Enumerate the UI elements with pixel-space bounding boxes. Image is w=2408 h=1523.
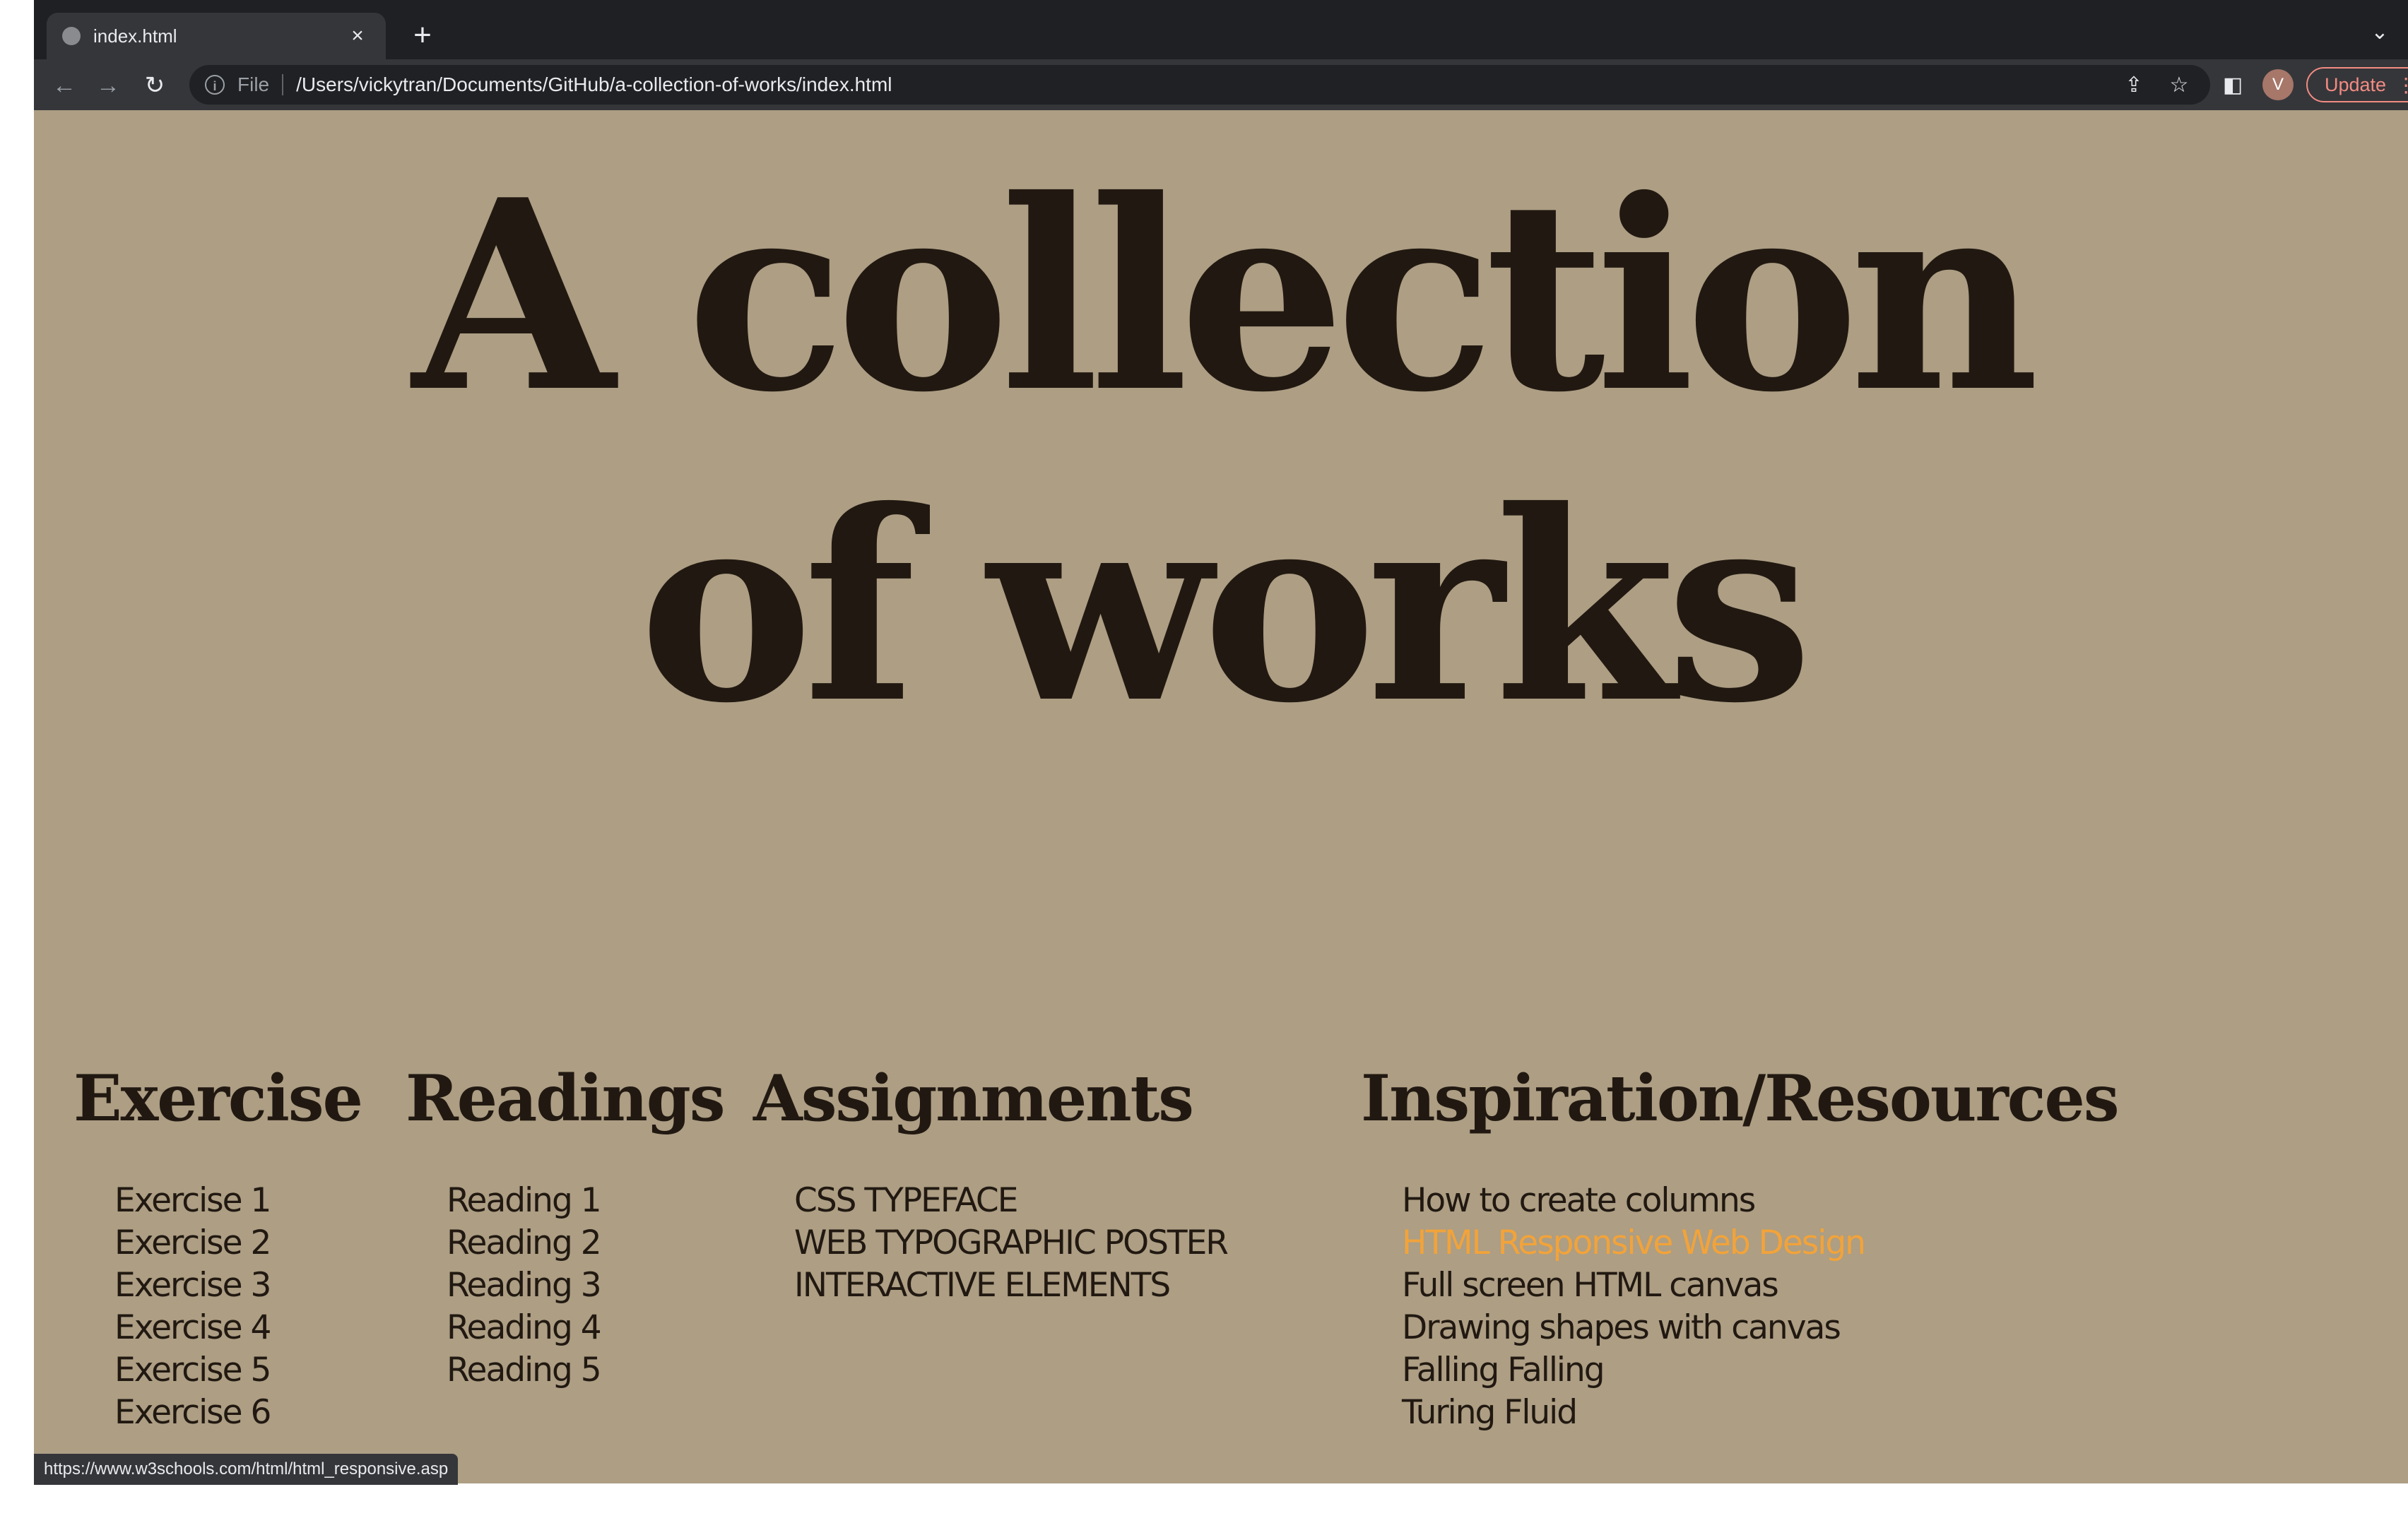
forward-button[interactable]: → — [92, 69, 124, 102]
reading-link[interactable]: Reading 1 — [447, 1180, 602, 1222]
exercise-link[interactable]: Exercise 6 — [114, 1392, 271, 1434]
assignment-link[interactable]: CSS TYPEFACE — [794, 1180, 1227, 1222]
toolbar-right-group: ◧ V Update ⋮ — [2217, 66, 2408, 103]
browser-toolbar: ← → ↻ i File /Users/vickytran/Documents/… — [34, 59, 2408, 110]
reading-link[interactable]: Reading 5 — [447, 1349, 602, 1392]
new-tab-button[interactable]: + — [401, 16, 444, 55]
exercise-column: Exercise Exercise 1 Exercise 2 Exercise … — [73, 1053, 363, 1432]
reload-button[interactable]: ↻ — [138, 69, 171, 102]
readings-list: Reading 1 Reading 2 Reading 3 Reading 4 … — [406, 1180, 602, 1392]
resources-heading: Inspiration/Resources — [1361, 1061, 2119, 1136]
reading-link[interactable]: Reading 4 — [447, 1307, 602, 1349]
exercise-list: Exercise 1 Exercise 2 Exercise 3 Exercis… — [73, 1180, 271, 1434]
resource-link[interactable]: Drawing shapes with canvas — [1402, 1307, 1865, 1349]
url-separator — [282, 74, 284, 95]
assignment-link[interactable]: INTERACTIVE ELEMENTS — [794, 1264, 1227, 1307]
assignments-column: Assignments CSS TYPEFACE WEB TYPOGRAPHIC… — [753, 1053, 1229, 1305]
resource-link[interactable]: Falling Falling — [1402, 1349, 1865, 1392]
side-panel-icon[interactable]: ◧ — [2217, 73, 2248, 97]
link-status-bubble: https://www.w3schools.com/html/html_resp… — [34, 1454, 459, 1485]
update-button[interactable]: Update ⋮ — [2306, 67, 2408, 102]
assignment-link[interactable]: WEB TYPOGRAPHIC POSTER — [794, 1222, 1229, 1264]
exercise-link[interactable]: Exercise 1 — [114, 1180, 271, 1222]
url-scheme-label: File — [237, 73, 270, 95]
reading-link[interactable]: Reading 3 — [447, 1264, 602, 1307]
resource-link[interactable]: Full screen HTML canvas — [1402, 1264, 1865, 1307]
url-text[interactable]: /Users/vickytran/Documents/GitHub/a-coll… — [296, 73, 2104, 96]
tab-title: index.html — [93, 25, 177, 47]
update-label: Update — [2325, 73, 2387, 95]
browser-window: index.html × + ⌄ ← → ↻ i File /Users/vic… — [34, 0, 2408, 1483]
readings-heading: Readings — [406, 1061, 726, 1136]
tab-index-html[interactable]: index.html × — [47, 13, 386, 59]
page-title-line-2: of works — [639, 454, 1813, 761]
resource-link-hovered[interactable]: HTML Responsive Web Design — [1402, 1222, 1866, 1264]
exercise-link[interactable]: Exercise 4 — [114, 1307, 271, 1349]
bookmark-star-icon[interactable]: ☆ — [2164, 73, 2195, 97]
back-button[interactable]: ← — [48, 69, 81, 102]
readings-column: Readings Reading 1 Reading 2 Reading 3 R… — [406, 1053, 726, 1389]
exercise-link[interactable]: Exercise 2 — [114, 1222, 271, 1264]
tab-search-chevron-icon[interactable]: ⌄ — [2364, 20, 2395, 48]
resources-list: How to create columns HTML Responsive We… — [1361, 1180, 1866, 1434]
exercise-heading: Exercise — [73, 1061, 363, 1136]
profile-avatar[interactable]: V — [2262, 69, 2294, 100]
resource-link[interactable]: Turing Fluid — [1402, 1392, 1865, 1434]
page-title-line-1: A collection — [412, 143, 2039, 450]
reading-link[interactable]: Reading 2 — [447, 1222, 602, 1264]
resource-link[interactable]: How to create columns — [1402, 1180, 1865, 1222]
exercise-link[interactable]: Exercise 3 — [114, 1264, 271, 1307]
site-info-icon[interactable]: i — [205, 75, 225, 95]
address-bar[interactable]: i File /Users/vickytran/Documents/GitHub… — [189, 65, 2210, 105]
assignments-list: CSS TYPEFACE WEB TYPOGRAPHIC POSTER INTE… — [753, 1180, 1229, 1307]
close-tab-icon[interactable]: × — [345, 24, 370, 48]
assignments-heading: Assignments — [753, 1061, 1194, 1136]
page-title: A collection of works — [34, 141, 2408, 763]
exercise-link[interactable]: Exercise 5 — [114, 1349, 271, 1392]
resources-column: Inspiration/Resources How to create colu… — [1361, 1053, 2119, 1432]
share-icon[interactable]: ⇪ — [2118, 73, 2149, 97]
globe-icon — [62, 27, 81, 45]
tab-strip: index.html × + ⌄ — [34, 0, 2408, 59]
more-menu-icon[interactable]: ⋮ — [2396, 73, 2408, 97]
